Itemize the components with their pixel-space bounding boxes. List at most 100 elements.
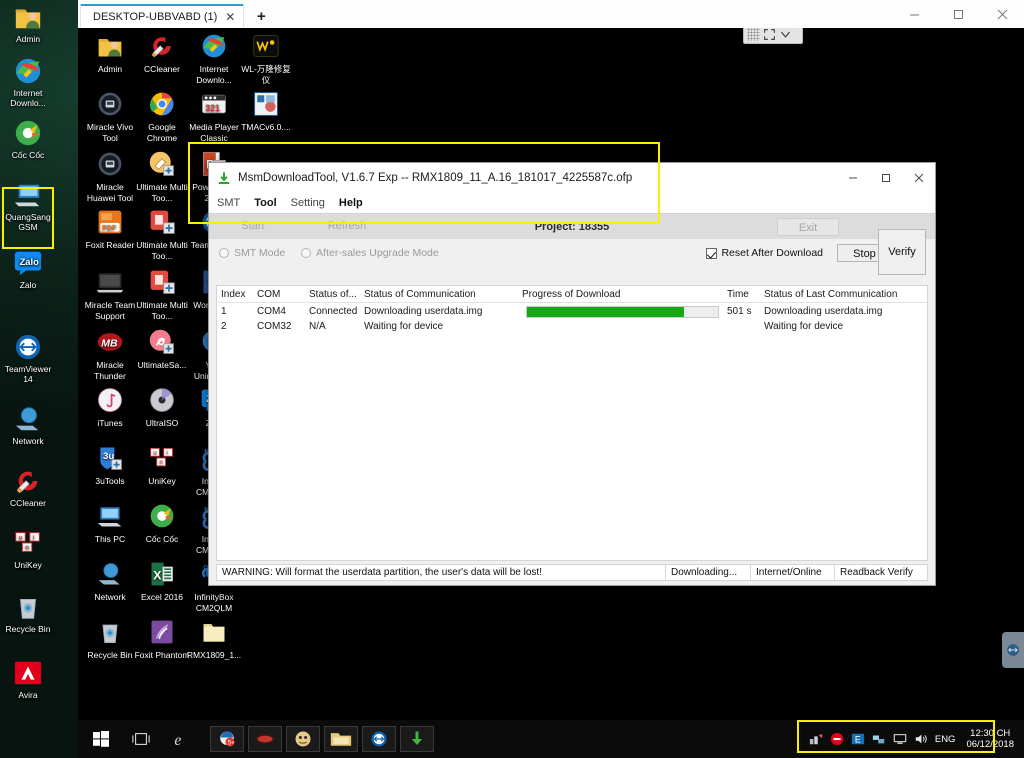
new-tab-button[interactable]: + — [248, 4, 274, 28]
msm-mode-options: SMT Mode After-sales Upgrade Mode Reset … — [209, 239, 935, 267]
remote-icon-miracle[interactable]: Miracle Huawei Tool — [82, 150, 138, 203]
remote-icon-folder[interactable]: RMX1809_1... — [186, 618, 242, 661]
zalo-taskbar-icon[interactable]: 5+ — [210, 726, 244, 752]
system-tray-highlight — [797, 720, 995, 753]
remote-icon-miracle-thunder[interactable]: MB Miracle Thunder — [82, 328, 138, 381]
remote-icon-umt[interactable]: Ultimate Multi Too... — [134, 150, 190, 203]
device-download-grid[interactable]: Index COM Status of... Status of Communicat… — [216, 285, 928, 561]
msm-title-bar-highlight — [188, 142, 660, 224]
svg-text:u: u — [19, 534, 23, 541]
grid-column-header[interactable]: Time — [723, 289, 760, 300]
remote-icon-coccoc[interactable]: Cốc Cốc — [134, 502, 190, 545]
host-icon-coccoc[interactable]: Cốc Cốc — [0, 118, 56, 160]
host-icon-avira[interactable]: Avira — [0, 658, 56, 700]
host-icon-recycle-bin[interactable]: Recycle Bin — [0, 592, 56, 634]
miracle-icon — [95, 150, 125, 180]
recycle-bin-icon — [13, 592, 43, 622]
svg-text:n: n — [159, 459, 162, 466]
msm-taskbar-icon[interactable] — [286, 726, 320, 752]
miracle-icon — [95, 90, 125, 120]
fullscreen-icon[interactable] — [763, 28, 776, 41]
remote-icon-miracle-team[interactable]: Miracle Team Support — [82, 268, 138, 321]
remote-icon-label: UltraISO — [145, 418, 179, 428]
msm-window-controls — [836, 163, 935, 193]
remote-icon-recycle-bin[interactable]: Recycle Bin — [82, 618, 138, 661]
host-icon-user-folder[interactable]: Admin — [0, 2, 56, 44]
minimize-icon[interactable] — [892, 0, 936, 28]
remote-icon-label: InfinityBox CM2QLM — [194, 592, 234, 613]
remote-icon-label: Admin — [97, 64, 123, 74]
coccoc-taskbar-icon[interactable] — [248, 726, 282, 752]
remote-icon-this-pc[interactable]: This PC — [82, 502, 138, 545]
remote-icon-ccleaner[interactable]: CCleaner — [134, 32, 190, 75]
remote-icon-tmac[interactable]: TMACv6.0.... — [238, 90, 294, 133]
rdp-connection-bar[interactable] — [743, 28, 803, 44]
host-icon-teamviewer[interactable]: TeamViewer 14 — [0, 332, 56, 384]
grip-icon[interactable] — [747, 28, 760, 41]
teamviewer-taskbar-icon[interactable] — [362, 726, 396, 752]
quangsang-gsm-icon-highlight — [2, 187, 54, 249]
reset-after-download-checkbox[interactable]: Reset After Download — [706, 247, 823, 259]
verify-button[interactable]: Verify — [878, 229, 926, 275]
remote-icon-excel[interactable]: X Excel 2016 — [134, 560, 190, 603]
smt-mode-radio[interactable]: SMT Mode — [219, 247, 285, 259]
svg-text:Zalo: Zalo — [20, 257, 40, 267]
minimize-icon[interactable] — [836, 163, 869, 193]
reset-after-download-label: Reset After Download — [721, 247, 823, 259]
host-icon-ccleaner[interactable]: CCleaner — [0, 466, 56, 508]
teamviewer-side-tab[interactable] — [1002, 632, 1024, 668]
grid-column-header[interactable]: COM — [253, 289, 305, 300]
host-icon-label: CCleaner — [10, 498, 46, 508]
remote-icon-umt-red[interactable]: Ultimate Multi Too... — [134, 268, 190, 321]
internet-explorer-icon[interactable]: e — [162, 721, 200, 757]
host-icon-zalo[interactable]: Zalo Zalo — [0, 248, 56, 290]
host-icon-network[interactable]: Network — [0, 404, 56, 446]
host-icon-idm[interactable]: Internet Downlo... — [0, 56, 56, 108]
remote-icon-wl-tool[interactable]: WL-万隆修复仪 — [238, 32, 294, 85]
table-row[interactable]: 2 COM32 N/A Waiting for device Waiting for d… — [217, 320, 927, 333]
remote-icon-umt-red[interactable]: Ultimate Multi Too... — [134, 208, 190, 261]
remote-icon-mpc[interactable]: 321 Media Player Classic — [186, 90, 242, 143]
maximize-icon[interactable] — [936, 0, 980, 28]
grid-column-header[interactable]: Progress of Download — [518, 289, 723, 300]
svg-text:321: 321 — [205, 103, 220, 113]
remote-desktop-canvas[interactable]: Admin CCleaner Internet Downlo... WL-万隆修复仪 M… — [78, 28, 1024, 758]
remote-icon-miracle[interactable]: Miracle Vivo Tool — [82, 90, 138, 143]
close-icon[interactable]: ✕ — [225, 10, 235, 24]
remote-icon-foxit-phantom[interactable]: Foxit Phantom — [134, 618, 190, 661]
folder-icon — [199, 618, 229, 648]
remote-icon-user-folder[interactable]: Admin — [82, 32, 138, 75]
task-view-icon[interactable] — [122, 721, 160, 757]
windows-start-icon[interactable] — [82, 721, 120, 757]
remote-icon-ultraiso[interactable]: UltraISO — [134, 386, 190, 429]
maximize-icon[interactable] — [869, 163, 902, 193]
remote-icon-3utools[interactable]: 3u 3uTools — [82, 444, 138, 487]
viewer-title-bar: DESKTOP-UBBVABD (1) ✕ + — [78, 0, 1024, 28]
close-icon[interactable] — [902, 163, 935, 193]
remote-icon-network[interactable]: Network — [82, 560, 138, 603]
remote-icon-idm[interactable]: Internet Downlo... — [186, 32, 242, 85]
grid-column-header[interactable]: Status of... — [305, 289, 360, 300]
grid-column-header[interactable]: Status of Last Communication — [760, 289, 927, 300]
grid-column-header[interactable]: Index — [217, 289, 253, 300]
idm-taskbar-icon[interactable] — [400, 726, 434, 752]
grid-column-header[interactable]: Status of Communication — [360, 289, 518, 300]
miracle-team-icon — [95, 268, 125, 298]
remote-icon-umt-pink[interactable]: UltimateSa... — [134, 328, 190, 371]
avira-icon — [13, 658, 43, 688]
network-icon — [13, 404, 43, 434]
exit-button[interactable]: Exit — [777, 218, 839, 236]
close-icon[interactable] — [980, 0, 1024, 28]
table-row[interactable]: 1 COM4 Connected Downloading userdata.img 50… — [217, 305, 927, 318]
host-icon-unikey[interactable]: u i n UniKey — [0, 528, 56, 570]
remote-icon-chrome[interactable]: Google Chrome — [134, 90, 190, 143]
viewer-tab-desktop[interactable]: DESKTOP-UBBVABD (1) ✕ — [80, 4, 245, 28]
remote-icon-foxit-reader[interactable]: PDF Foxit Reader — [82, 208, 138, 251]
explorer-taskbar-icon[interactable] — [324, 726, 358, 752]
chevron-down-icon[interactable] — [779, 28, 792, 41]
user-folder-icon — [13, 2, 43, 32]
msm-download-tool-window[interactable]: MsmDownloadTool, V1.6.7 Exp -- RMX1809_1… — [208, 162, 936, 586]
after-sales-upgrade-mode-radio[interactable]: After-sales Upgrade Mode — [301, 247, 439, 259]
remote-icon-unikey[interactable]: u i n UniKey — [134, 444, 190, 487]
remote-icon-itunes[interactable]: iTunes — [82, 386, 138, 429]
